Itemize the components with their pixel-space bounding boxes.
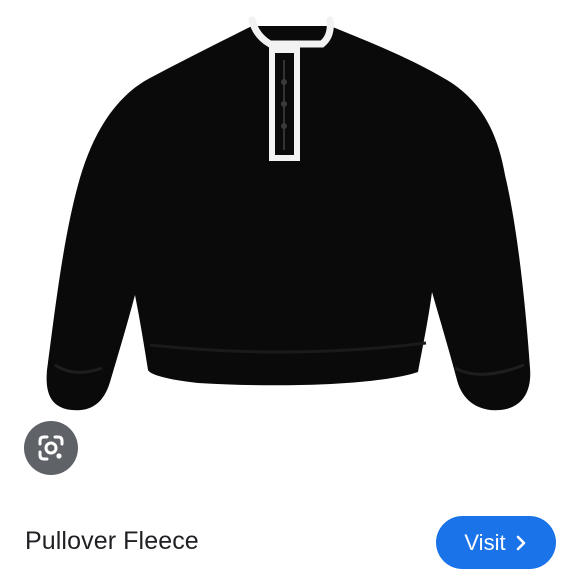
- chevron-right-icon: [514, 535, 528, 551]
- lens-button[interactable]: [24, 421, 78, 475]
- sweater-image: [46, 16, 531, 411]
- product-image[interactable]: [0, 0, 580, 500]
- lens-icon: [38, 435, 64, 461]
- product-title: Pullover Fleece: [25, 527, 199, 555]
- visit-label: Visit: [464, 529, 506, 555]
- visit-button[interactable]: Visit: [436, 516, 556, 569]
